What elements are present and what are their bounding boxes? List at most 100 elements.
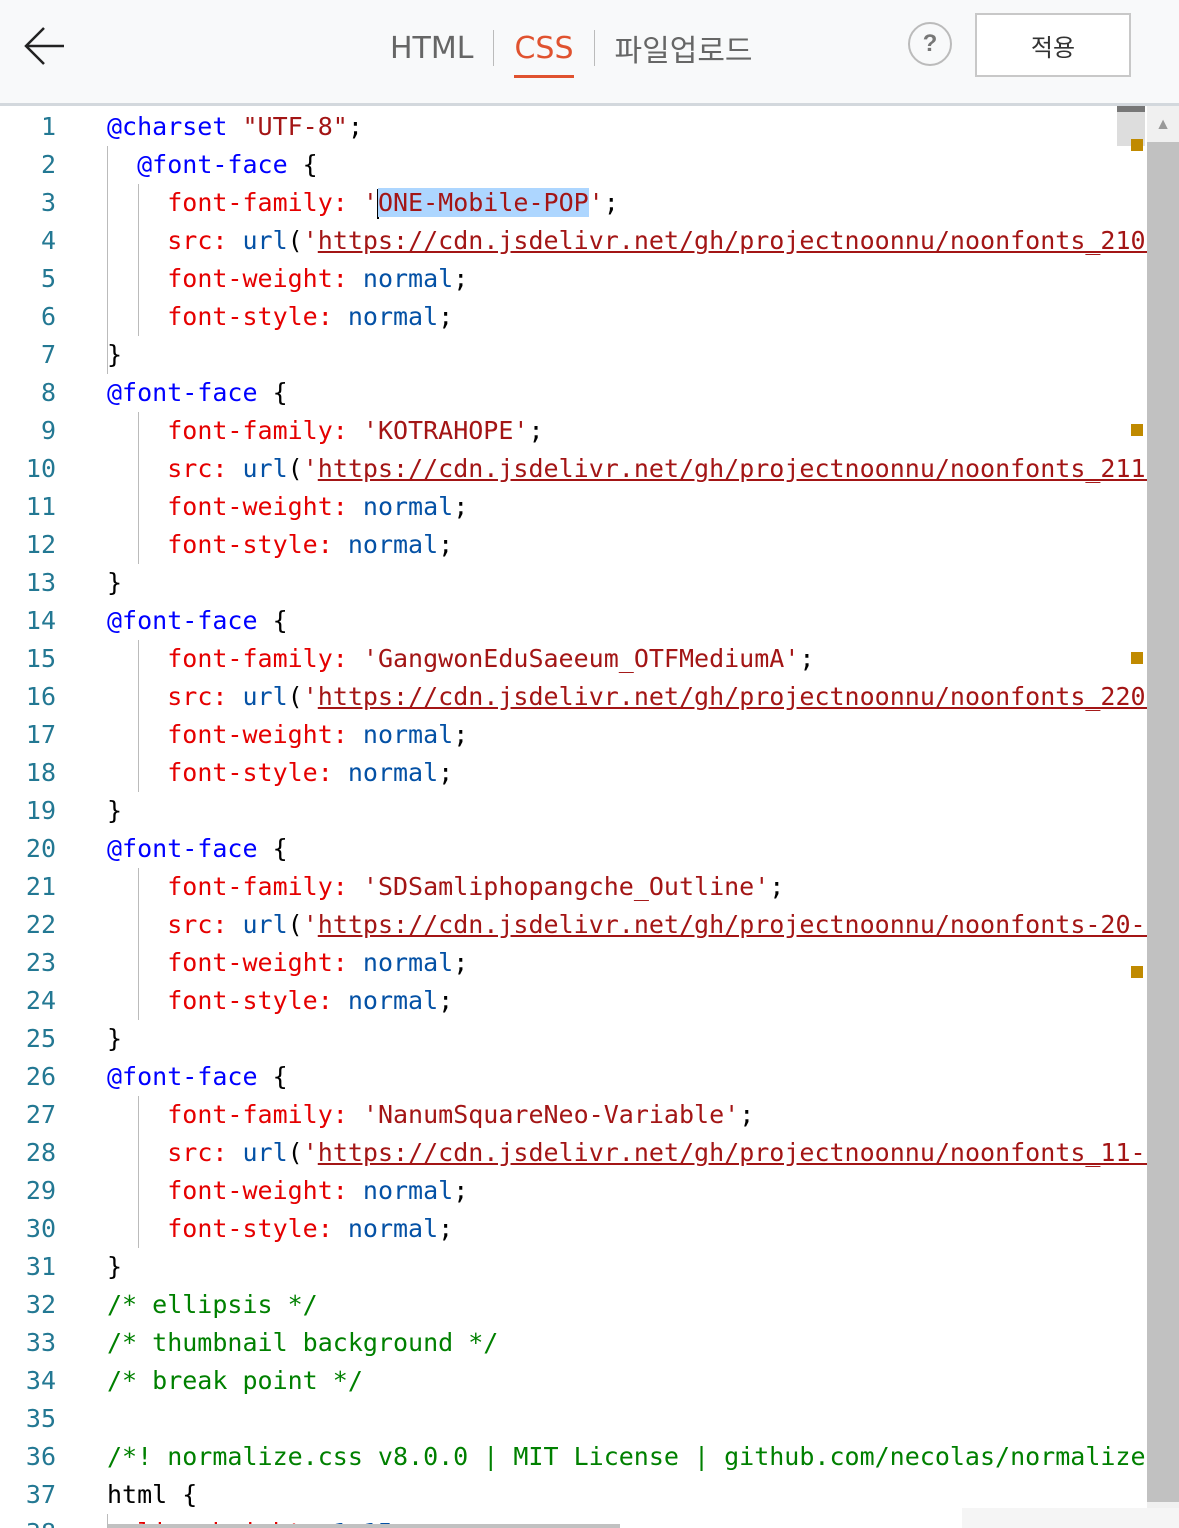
code-token: normal	[347, 1214, 439, 1243]
code-text: }	[107, 1248, 122, 1286]
code-token: /* thumbnail background */	[107, 1328, 499, 1357]
code-line[interactable]: 35	[0, 1400, 1147, 1438]
tab-html[interactable]: HTML	[390, 31, 473, 66]
line-number: 21	[25, 872, 56, 901]
line-number: 16	[25, 682, 56, 711]
line-number: 34	[25, 1366, 56, 1395]
code-line[interactable]: 28 src: url('https://cdn.jsdelivr.net/gh…	[0, 1134, 1147, 1172]
code-token: normal	[347, 302, 439, 331]
tab-file-upload[interactable]: 파일업로드	[615, 26, 753, 70]
code-line[interactable]: 18 font-style: normal;	[0, 754, 1147, 792]
code-text: /* ellipsis */	[107, 1286, 318, 1324]
code-text: font-style: normal;	[107, 1210, 453, 1248]
code-line[interactable]: 3 font-family: 'ONE-Mobile-POP';	[0, 184, 1147, 222]
code-line[interactable]: 11 font-weight: normal;	[0, 488, 1147, 526]
code-token: 'SDSamliphopangche_Outline'	[362, 872, 770, 901]
code-line[interactable]: 17 font-weight: normal;	[0, 716, 1147, 754]
line-number: 9	[40, 416, 56, 445]
code-line[interactable]: 19}	[0, 792, 1147, 830]
code-text: font-weight: normal;	[107, 716, 468, 754]
code-line[interactable]: 30 font-style: normal;	[0, 1210, 1147, 1248]
help-icon: ?	[922, 30, 938, 57]
code-token: url	[242, 226, 288, 255]
code-line[interactable]: 13}	[0, 564, 1147, 602]
code-token: font-style:	[167, 530, 348, 559]
code-token: /*! normalize.css v8.0.0 | MIT License |…	[107, 1442, 1147, 1471]
code-text: @font-face {	[107, 374, 288, 412]
code-token: ;	[347, 112, 363, 141]
code-line[interactable]: 1 @charset "UTF-8";	[0, 108, 1147, 146]
code-token: ;	[603, 188, 619, 217]
overview-ruler-marker	[1131, 652, 1143, 664]
code-token: ;	[769, 872, 785, 901]
code-token: normal	[362, 1176, 454, 1205]
line-number: 3	[40, 188, 56, 217]
tab-css[interactable]: CSS	[514, 31, 574, 78]
code-line[interactable]: 33 /* thumbnail background */	[0, 1324, 1147, 1362]
code-token: @font-face	[107, 606, 258, 635]
code-line[interactable]: 14 @font-face {	[0, 602, 1147, 640]
code-line[interactable]: 26 @font-face {	[0, 1058, 1147, 1096]
code-token: html {	[107, 1480, 198, 1509]
code-token: font-weight:	[167, 720, 363, 749]
line-number: 10	[25, 454, 56, 483]
code-line[interactable]: 24 font-style: normal;	[0, 982, 1147, 1020]
line-number: 15	[25, 644, 56, 673]
code-text: src: url('https://cdn.jsdelivr.net/gh/pr…	[107, 222, 1147, 260]
code-line[interactable]: 29 font-weight: normal;	[0, 1172, 1147, 1210]
code-token: src:	[167, 226, 243, 255]
code-line[interactable]: 34 /* break point */	[0, 1362, 1147, 1400]
code-text: font-weight: normal;	[107, 260, 468, 298]
code-line[interactable]: 12 font-style: normal;	[0, 526, 1147, 564]
horizontal-scrollbar-thumb[interactable]	[108, 1524, 620, 1528]
line-number: 27	[25, 1100, 56, 1129]
line-number: 17	[25, 720, 56, 749]
code-token: font-weight:	[167, 1176, 363, 1205]
code-line[interactable]: 25}	[0, 1020, 1147, 1058]
indent-guide	[107, 146, 108, 374]
code-line[interactable]: 5 font-weight: normal;	[0, 260, 1147, 298]
code-line[interactable]: 8 @font-face {	[0, 374, 1147, 412]
code-editor[interactable]: 1 @charset "UTF-8"; 2 @font-face {3 font-f…	[0, 106, 1147, 1528]
indent-guide	[138, 640, 139, 792]
code-text: html {	[107, 1476, 197, 1514]
code-token: ;	[438, 758, 454, 787]
code-line[interactable]: 20 @font-face {	[0, 830, 1147, 868]
code-line[interactable]: 4 src: url('https://cdn.jsdelivr.net/gh/…	[0, 222, 1147, 260]
code-line[interactable]: 7}	[0, 336, 1147, 374]
apply-button[interactable]: 적용	[975, 13, 1131, 77]
code-token: '	[588, 188, 604, 217]
code-token: src:	[167, 910, 243, 939]
back-button[interactable]	[22, 24, 68, 68]
code-token: ;	[438, 986, 454, 1015]
code-token: {	[287, 150, 318, 179]
scroll-up-icon[interactable]: ▲	[1147, 110, 1179, 140]
code-line[interactable]: 16 src: url('https://cdn.jsdelivr.net/gh…	[0, 678, 1147, 716]
code-token: normal	[362, 948, 454, 977]
code-token: (	[287, 454, 303, 483]
code-line[interactable]: 22 src: url('https://cdn.jsdelivr.net/gh…	[0, 906, 1147, 944]
code-line[interactable]: 32 /* ellipsis */	[0, 1286, 1147, 1324]
code-token: 'KOTRAHOPE'	[362, 416, 529, 445]
code-line[interactable]: 36 /*! normalize.css v8.0.0 | MIT License…	[0, 1438, 1147, 1476]
code-token: }	[107, 340, 123, 369]
code-line[interactable]: 27 font-family: 'NanumSquareNeo-Variable…	[0, 1096, 1147, 1134]
code-text: font-family: 'ONE-Mobile-POP';	[107, 184, 619, 222]
help-button[interactable]: ?	[908, 22, 952, 66]
code-text: font-family: 'SDSamliphopangche_Outline'…	[107, 868, 784, 906]
code-line[interactable]: 2 @font-face {	[0, 146, 1147, 184]
code-line[interactable]: 21 font-family: 'SDSamliphopangche_Outli…	[0, 868, 1147, 906]
code-line[interactable]: 6 font-style: normal;	[0, 298, 1147, 336]
line-number: 4	[40, 226, 56, 255]
code-text: @font-face {	[107, 602, 288, 640]
line-number: 35	[25, 1404, 56, 1433]
code-token: }	[107, 1024, 123, 1053]
code-line[interactable]: 10 src: url('https://cdn.jsdelivr.net/gh…	[0, 450, 1147, 488]
code-line[interactable]: 31}	[0, 1248, 1147, 1286]
code-line[interactable]: 23 font-weight: normal;	[0, 944, 1147, 982]
code-line[interactable]: 15 font-family: 'GangwonEduSaeeum_OTFMed…	[0, 640, 1147, 678]
vertical-scrollbar-thumb[interactable]	[1147, 142, 1179, 1502]
indent-guide	[138, 412, 139, 564]
code-line[interactable]: 9 font-family: 'KOTRAHOPE';	[0, 412, 1147, 450]
code-text: src: url('https://cdn.jsdelivr.net/gh/pr…	[107, 450, 1147, 488]
